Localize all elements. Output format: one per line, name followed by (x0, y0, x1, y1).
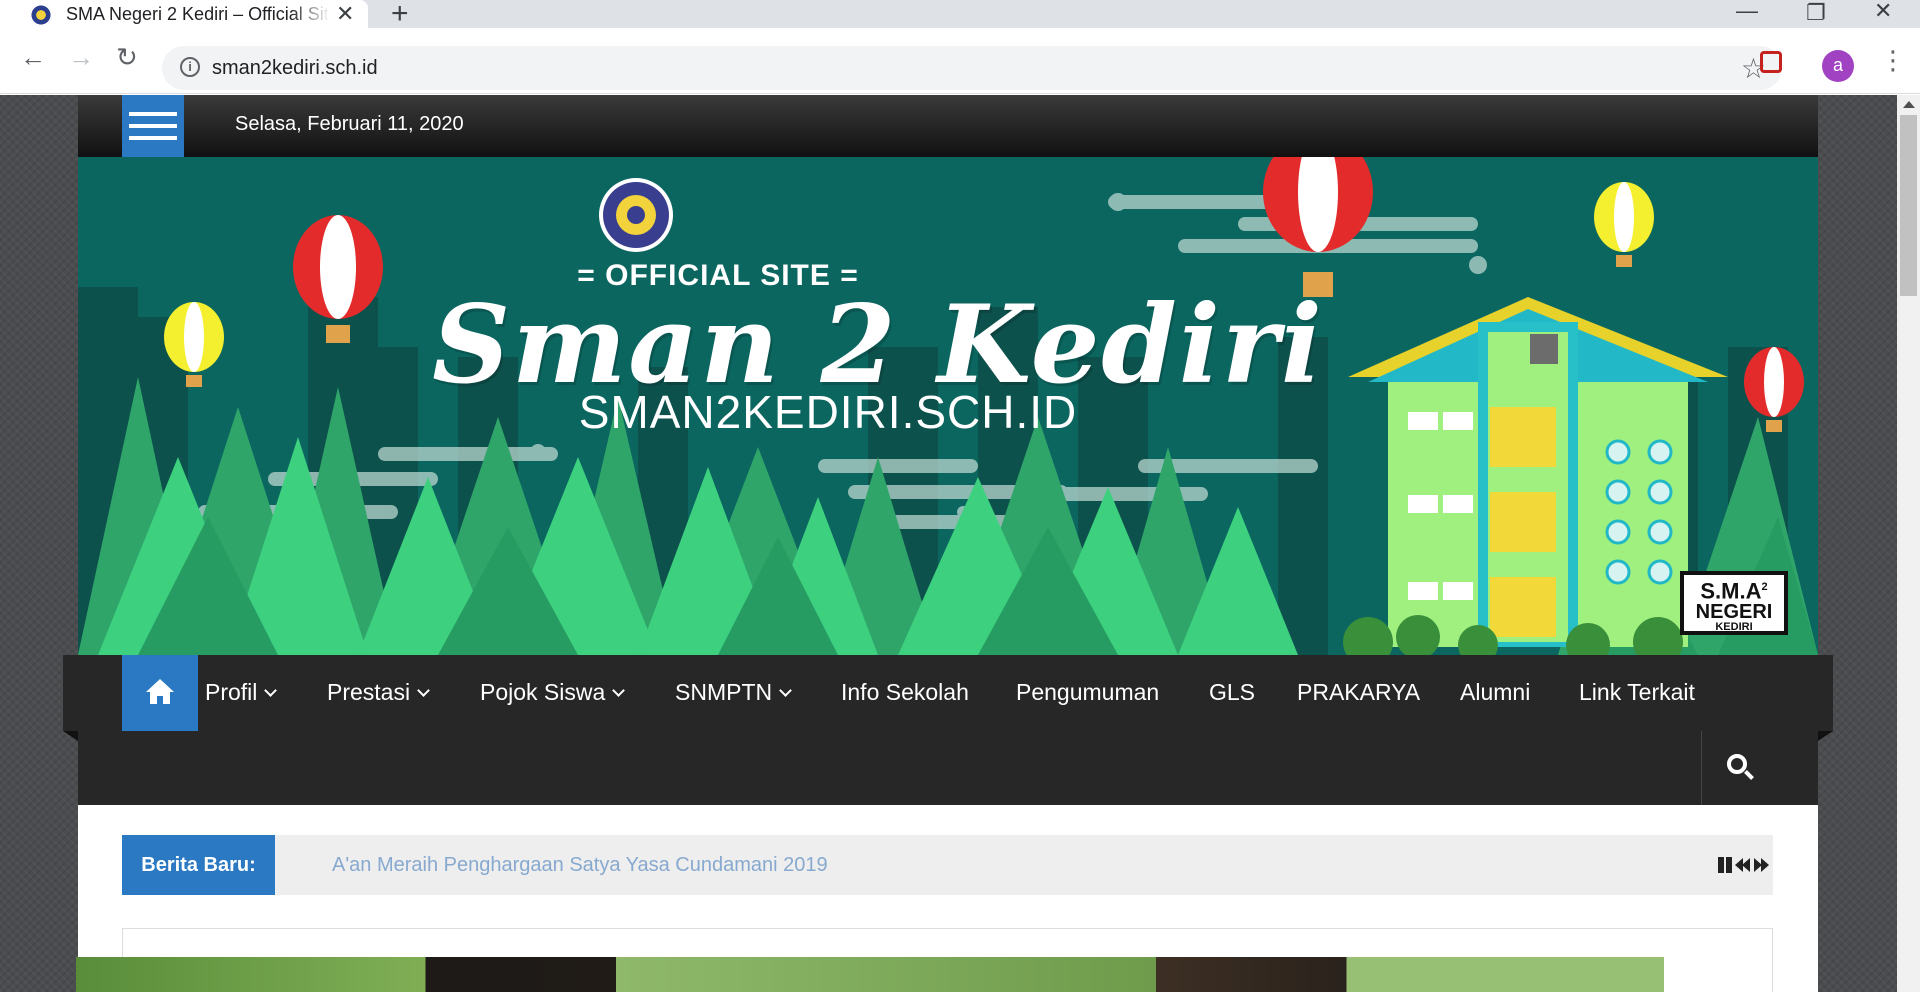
nav-item-link-terkait[interactable]: Link Terkait (1579, 679, 1695, 706)
nav-item-label: Prestasi (327, 679, 411, 705)
nav-item-label: Pojok Siswa (480, 679, 606, 705)
extension-icon[interactable] (1760, 51, 1782, 73)
nav-item-profil[interactable]: Profil (205, 679, 278, 706)
banner-site-url: SMAN2KEDIRI.SCH.ID (578, 386, 1078, 438)
reload-icon[interactable]: ↻ (116, 42, 138, 73)
nav-fold-left (63, 731, 78, 741)
window-close-button[interactable]: ✕ (1874, 0, 1892, 24)
restore-button[interactable]: ❐ (1806, 0, 1826, 26)
nav-item-snmptn[interactable]: SNMPTN (675, 679, 792, 706)
school-badge-logo: S.M.A2 NEGERI KEDIRI (1680, 571, 1788, 635)
tab-title: SMA Negeri 2 Kediri – Official Site (66, 4, 330, 24)
header-banner[interactable]: = OFFICIAL SITE = Sman 2 Kediri SMAN2KED… (78, 157, 1818, 655)
profile-avatar[interactable]: a (1822, 50, 1854, 82)
nav-item-label: Pengumuman (1016, 679, 1160, 705)
search-separator (1701, 731, 1702, 805)
nav-item-label: PRAKARYA (1297, 679, 1421, 705)
browser-menu-icon[interactable]: ⋮ (1880, 45, 1906, 76)
navigation-second-row (78, 731, 1818, 805)
nav-item-label: Info Sekolah (841, 679, 969, 705)
nav-item-label: SNMPTN (675, 679, 773, 705)
nav-item-prakarya[interactable]: PRAKARYA (1297, 679, 1420, 706)
ticker-prev-icon[interactable] (1734, 855, 1754, 875)
chevron-down-icon (264, 684, 278, 697)
chevron-down-icon (417, 684, 430, 697)
ticker-next-icon[interactable] (1752, 855, 1772, 875)
nav-item-alumni[interactable]: Alumni (1460, 679, 1530, 706)
page-viewport: Selasa, Februari 11, 2020 = OFFICIAL SIT… (0, 95, 1897, 992)
browser-toolbar: ← → ↻ i sman2kediri.sch.id ☆ (0, 28, 1920, 94)
news-ticker: Berita Baru: A'an Meraih Penghargaan Sat… (122, 835, 1773, 895)
ticker-pause-icon[interactable] (1716, 855, 1736, 875)
nav-item-pengumuman[interactable]: Pengumuman (1016, 679, 1159, 706)
chevron-down-icon (779, 684, 792, 697)
ticker-headline-link[interactable]: A'an Meraih Penghargaan Satya Yasa Cunda… (332, 854, 828, 877)
current-date: Selasa, Februari 11, 2020 (235, 113, 464, 135)
nav-item-pojok-siswa[interactable]: Pojok Siswa (480, 679, 626, 706)
top-bar: Selasa, Februari 11, 2020 (78, 95, 1818, 157)
site-info-icon[interactable]: i (180, 57, 200, 77)
tab-strip: SMA Negeri 2 Kediri – Official Site ✕ + … (0, 0, 1920, 31)
site-wrapper: Selasa, Februari 11, 2020 = OFFICIAL SIT… (63, 95, 1833, 992)
new-tab-button[interactable]: + (391, 0, 409, 31)
scrollbar-thumb[interactable] (1900, 115, 1917, 296)
nav-fold-right (1818, 731, 1833, 741)
address-bar[interactable]: i sman2kediri.sch.id ☆ (162, 46, 1782, 90)
back-arrow-icon[interactable]: ← (20, 42, 46, 73)
nav-item-gls[interactable]: GLS (1209, 679, 1255, 706)
nav-item-label: Link Terkait (1579, 679, 1695, 705)
minimize-button[interactable]: — (1736, 0, 1758, 24)
browser-tab[interactable]: SMA Negeri 2 Kediri – Official Site ✕ (0, 0, 368, 28)
forward-arrow-icon[interactable]: → (68, 42, 94, 73)
nav-item-prestasi[interactable]: Prestasi (327, 679, 430, 706)
page-scrollbar[interactable] (1897, 95, 1920, 992)
nav-item-label: Alumni (1460, 679, 1531, 705)
nav-item-info-sekolah[interactable]: Info Sekolah (841, 679, 969, 706)
hamburger-menu-icon[interactable] (122, 95, 184, 157)
tab-close-icon[interactable]: ✕ (336, 1, 354, 27)
nav-item-label: GLS (1209, 679, 1256, 705)
ticker-label: Berita Baru: (122, 835, 275, 895)
nav-item-label: Profil (205, 679, 258, 705)
home-icon[interactable] (122, 655, 198, 731)
main-navigation: Profil Prestasi Pojok Siswa SNMPTN Info Seko… (63, 655, 1833, 731)
url-text[interactable]: sman2kediri.sch.id (212, 57, 378, 80)
search-icon[interactable] (1724, 751, 1758, 785)
school-logo-favicon-icon (30, 4, 52, 26)
chevron-down-icon (612, 684, 626, 697)
scroll-up-icon[interactable] (1903, 101, 1915, 108)
featured-post-image[interactable] (76, 957, 1664, 992)
